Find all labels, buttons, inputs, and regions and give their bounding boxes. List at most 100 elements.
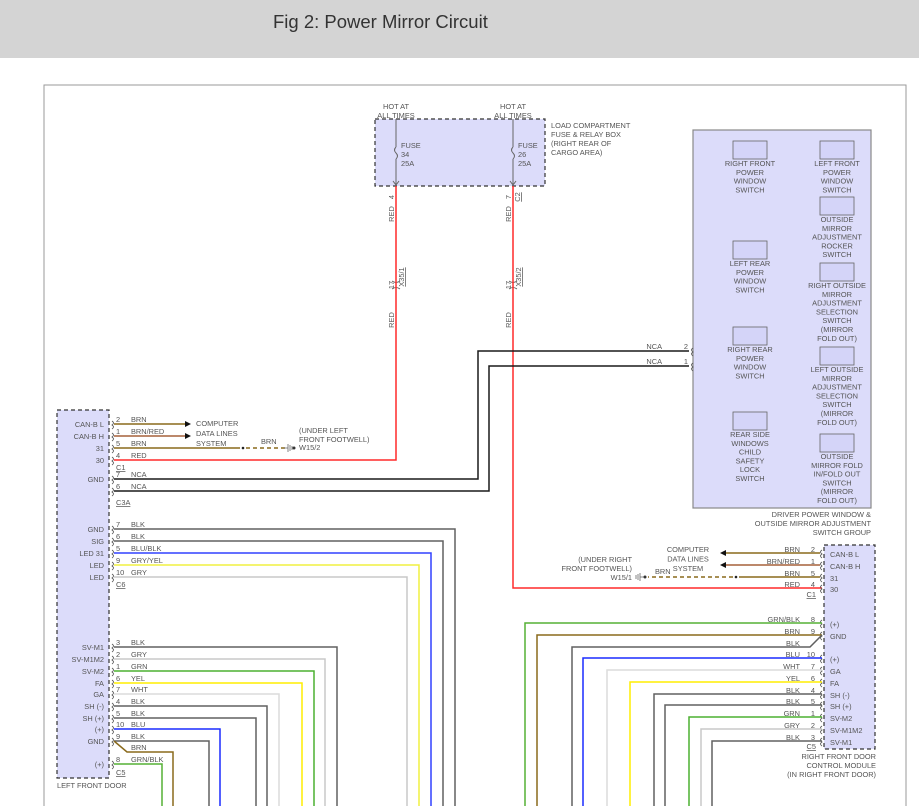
fuse-connector-id: C2 [513, 192, 522, 201]
switch-icon [819, 433, 855, 453]
connector-pin-icon [111, 714, 114, 724]
connector-pin-icon [820, 573, 823, 583]
connector-pin-icon [111, 690, 114, 700]
arrow-right-icon [185, 421, 191, 427]
fuse-name: FUSE [518, 141, 538, 150]
switch-label: (MIRROR [821, 487, 853, 496]
switch-label: LEFT FRONT [814, 159, 860, 168]
splice-dot-icon [734, 575, 738, 579]
pin-function-label: FA [95, 679, 104, 688]
connector-pin-icon [820, 737, 823, 747]
pin-function-label: GND [88, 525, 104, 534]
connector-pin-icon [111, 475, 114, 485]
wire-color-label: BLU [131, 720, 145, 729]
pin-function-label: (+) [95, 760, 104, 769]
switch-label: SELECTION [816, 391, 858, 400]
connector-pin-icon [111, 573, 114, 583]
wire-color-label: GRN [131, 662, 147, 671]
pin-number: 10 [116, 568, 124, 577]
wire-color-label: RED [131, 451, 147, 460]
fuse-pin-number: 7 [504, 195, 513, 199]
wire-color-label: GRY [131, 650, 147, 659]
fuse-box-label: LOAD COMPARTMENT [551, 121, 631, 130]
wire-color-label: RED [504, 206, 513, 222]
switch-label: POWER [823, 168, 851, 177]
wiring-diagram: LOAD COMPARTMENTFUSE & RELAY BOX(RIGHT R… [43, 84, 907, 806]
pin-function-label: 30 [96, 456, 104, 465]
pin-function-label: LED [90, 573, 104, 582]
pin-number: 2 [684, 342, 688, 351]
fuse-box-label: FUSE & RELAY BOX [551, 130, 621, 139]
pin-number: 7 [116, 685, 120, 694]
pin-function-label: GND [88, 737, 104, 746]
wire-c6 [114, 528, 456, 806]
inline-connector-id: X35/2 [514, 267, 523, 286]
pin-function-label: CAN-B H [74, 432, 104, 441]
switch-label: REAR SIDE [730, 430, 770, 439]
connector-pin-icon [820, 549, 823, 559]
wire-color-label: BRN [131, 415, 147, 424]
ground-location-label: FRONT FOOTWELL) [299, 435, 370, 444]
connector-pin-icon [820, 666, 823, 676]
connector-pin-icon [111, 444, 114, 454]
connector-pin-icon [111, 667, 114, 677]
switch-label: SELECTION [816, 307, 858, 316]
wire-c6 [114, 576, 408, 806]
pin-number: 6 [116, 482, 120, 491]
pin-function-label: GND [830, 632, 846, 641]
wire-color-label: BRN [131, 439, 147, 448]
switch-label: WINDOW [734, 363, 766, 372]
switch-label: ADJUSTMENT [812, 383, 862, 392]
wire-color-label: NCA [646, 342, 662, 351]
computer-data-lines-label: DATA LINES [196, 429, 238, 438]
switch-label: RIGHT REAR [727, 345, 772, 354]
connector-id: C3A [116, 498, 130, 507]
switch-icon [819, 196, 855, 216]
switch-icon [819, 140, 855, 160]
ground-location-label: (UNDER LEFT [299, 426, 348, 435]
pin-function-label: SIG [91, 537, 104, 546]
connector-id: C6 [116, 580, 125, 589]
wire-color-label: RED [784, 580, 800, 589]
fuse-box-label: (RIGHT REAR OF [551, 139, 612, 148]
pin-function-label: SH (-) [830, 691, 850, 700]
pin-function-label: (+) [830, 620, 839, 629]
ground-id: W15/1 [611, 573, 632, 582]
connector-pin-icon [111, 702, 114, 712]
pin-function-label: LED 31 [79, 549, 104, 558]
connector-pin-icon [111, 643, 114, 653]
switch-icon [732, 411, 768, 431]
connector-pin-icon [820, 678, 823, 688]
pin-number: 6 [116, 674, 120, 683]
switch-group-label: DRIVER POWER WINDOW & [772, 510, 871, 519]
connector-pin-icon [111, 420, 114, 430]
wire-color-label: RED [387, 206, 396, 222]
connector-pin-icon [820, 701, 823, 711]
hot-at-all-times-label: ALL TIMES [377, 111, 414, 120]
pin-number: 10 [116, 720, 124, 729]
computer-data-lines-label: COMPUTER [196, 419, 238, 428]
wire-color-label: NCA [131, 482, 147, 491]
fuse-pin-number: 4 [387, 195, 396, 199]
hot-at-all-times-label: HOT AT [500, 102, 526, 111]
pin-function-label: SV-M1M2 [830, 726, 862, 735]
fuse-rating: 25A [401, 159, 414, 168]
switch-label: ROCKER [821, 241, 853, 250]
pin-function-label: SH (+) [830, 702, 852, 711]
switch-label: MIRROR [822, 374, 852, 383]
wire-color-label: RED [504, 312, 513, 328]
pin-function-label: SV-M2 [830, 714, 852, 723]
right-module-label: CONTROL MODULE [806, 761, 876, 770]
pin-function-label: (+) [830, 655, 839, 664]
pin-function-label: CAN-B H [830, 562, 860, 571]
connector-pin-icon [111, 561, 114, 571]
wire-color-label: BRN [261, 437, 277, 446]
switch-label: MIRROR [822, 290, 852, 299]
fuse-box-label: CARGO AREA) [551, 148, 602, 157]
ground-id: W15/2 [299, 443, 320, 452]
hot-at-all-times-label: HOT AT [383, 102, 409, 111]
wire-color-label: YEL [131, 674, 145, 683]
switch-label: OUTSIDE [821, 452, 854, 461]
wire-fuse34-feed [114, 186, 397, 461]
switch-label: FOLD OUT) [817, 418, 857, 427]
